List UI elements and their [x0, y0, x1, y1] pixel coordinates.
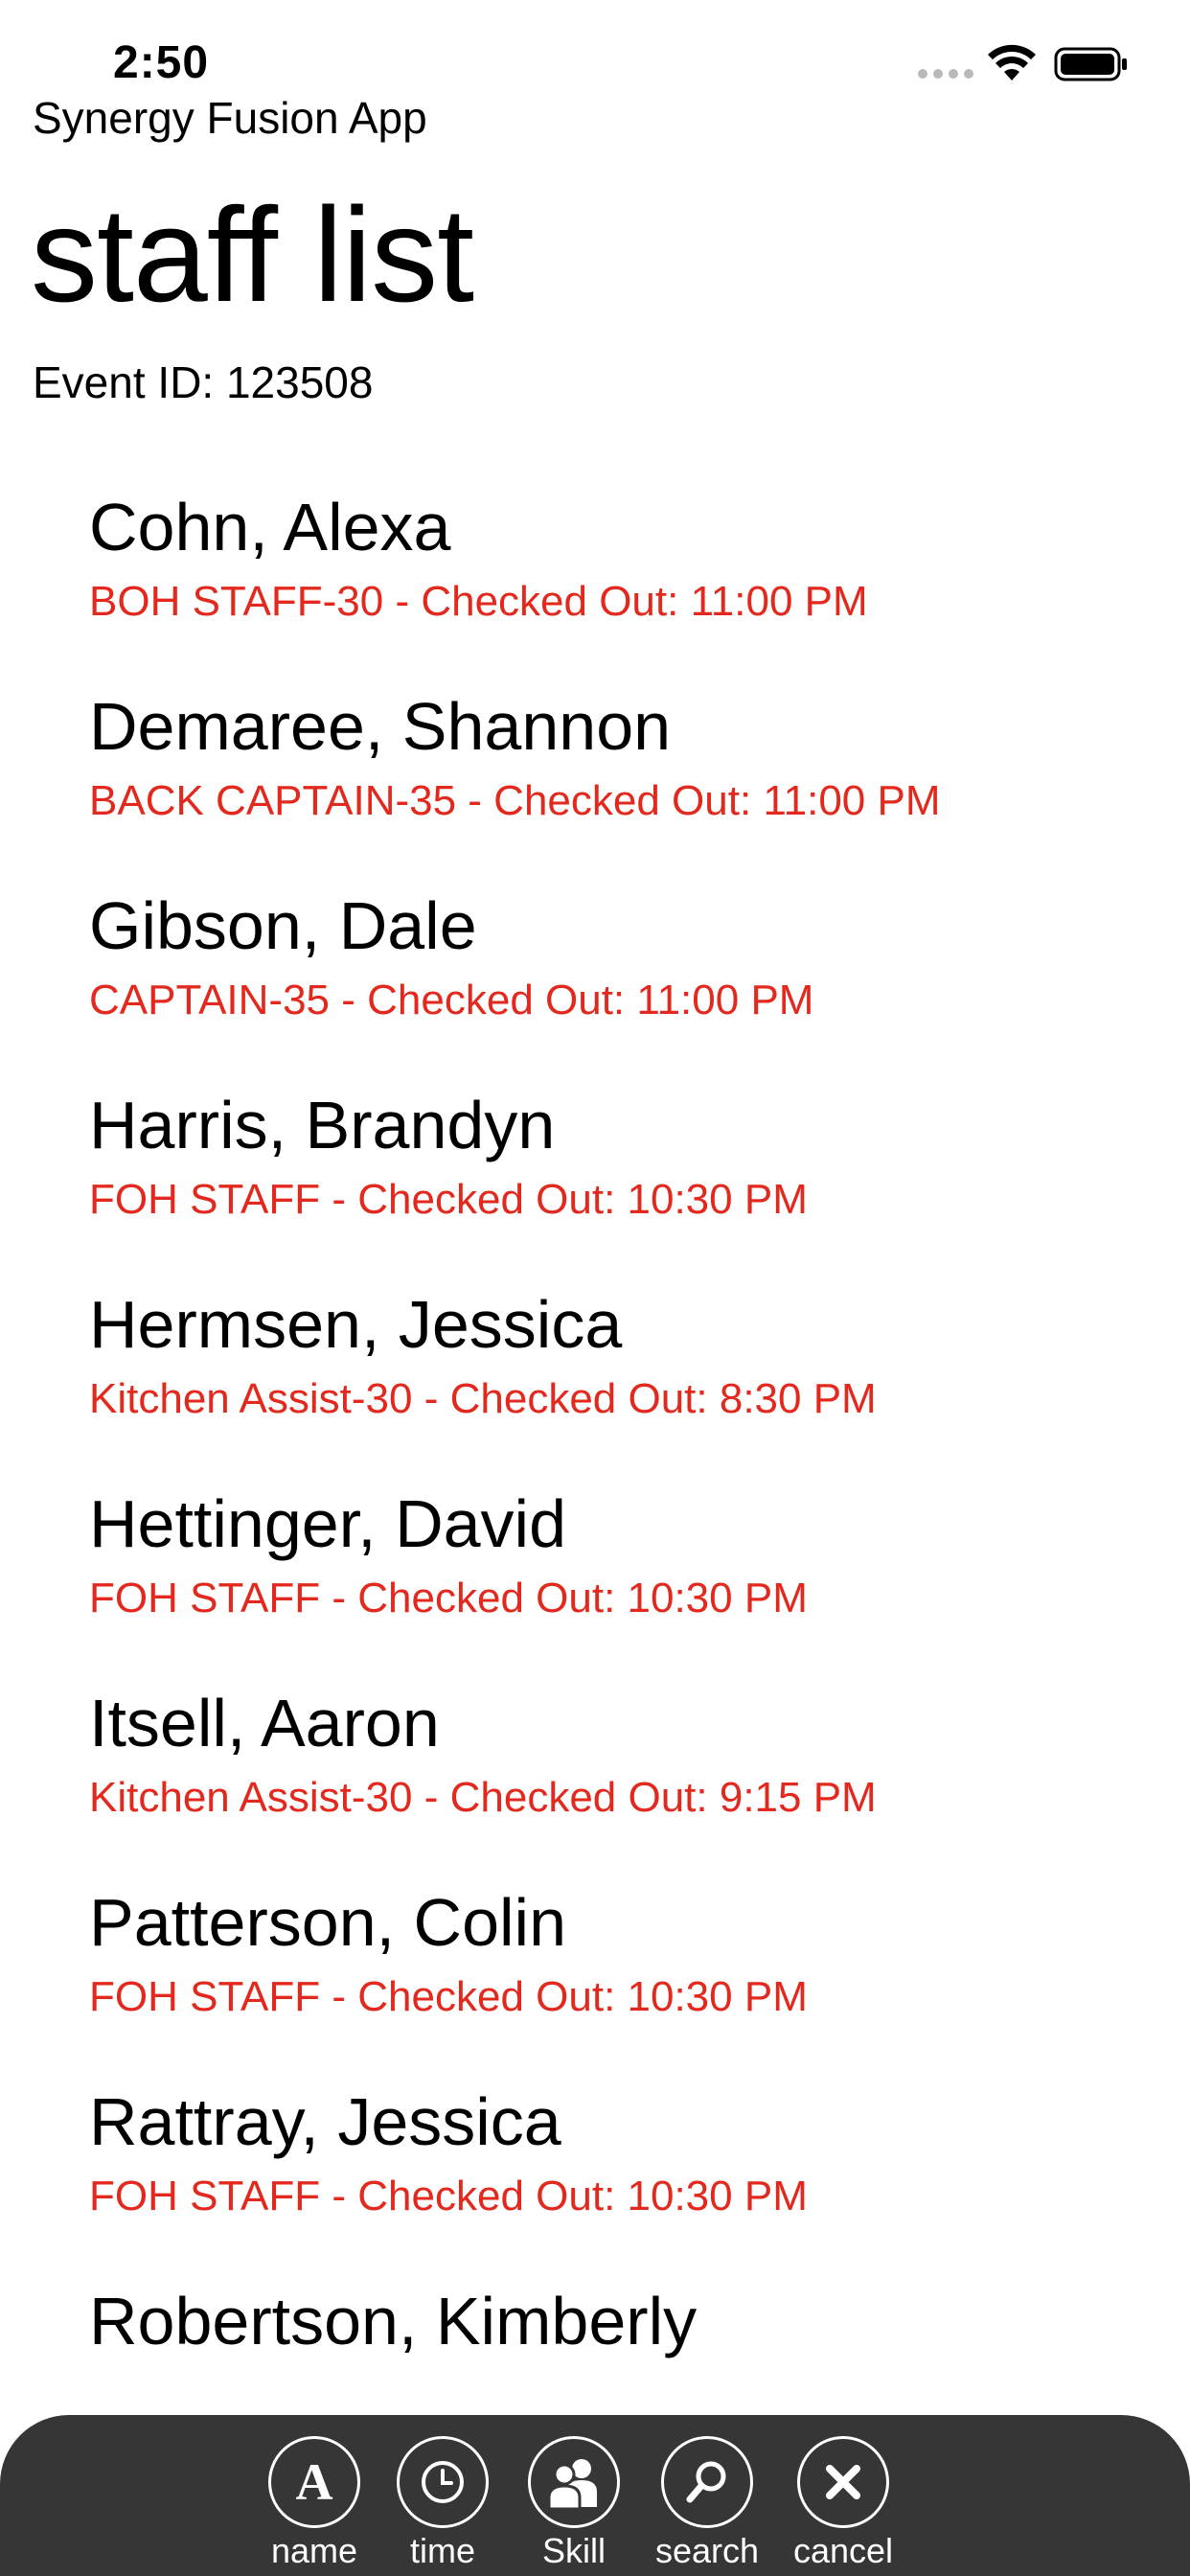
tool-label: name — [270, 2531, 358, 2570]
staff-detail: FOH STAFF - Checked Out: 10:30 PM — [89, 1973, 808, 2020]
staff-list: Cohn, Alexa BOH STAFF-30 - Checked Out: … — [0, 479, 1190, 2472]
search-icon — [661, 2436, 753, 2528]
people-icon — [528, 2436, 620, 2528]
status-time: 2:50 — [113, 37, 210, 88]
cancel-button[interactable]: cancel — [771, 2436, 915, 2576]
sort-by-name-button[interactable]: A name — [242, 2436, 386, 2576]
list-item[interactable]: Rattray, Jessica FOH STAFF - Checked Out… — [0, 2074, 1190, 2273]
battery-icon — [1054, 47, 1127, 81]
staff-detail: CAPTAIN-35 - Checked Out: 11:00 PM — [89, 977, 814, 1024]
tool-label: search — [654, 2531, 760, 2570]
staff-name: Rattray, Jessica — [89, 2084, 561, 2159]
list-item[interactable]: Itsell, Aaron Kitchen Assist-30 - Checke… — [0, 1675, 1190, 1874]
status-bar: 2:50 — [0, 0, 1190, 101]
list-item[interactable]: Cohn, Alexa BOH STAFF-30 - Checked Out: … — [0, 479, 1190, 678]
wifi-icon — [988, 44, 1036, 80]
app-name: Synergy Fusion App — [33, 93, 427, 143]
staff-name: Hermsen, Jessica — [89, 1287, 623, 1362]
list-item[interactable]: Hermsen, Jessica Kitchen Assist-30 - Che… — [0, 1276, 1190, 1476]
staff-detail: Kitchen Assist-30 - Checked Out: 9:15 PM — [89, 1774, 877, 1821]
staff-name: Hettinger, David — [89, 1486, 567, 1561]
list-item[interactable]: Patterson, Colin FOH STAFF - Checked Out… — [0, 1874, 1190, 2074]
bottom-toolbar: A name time Skill search cancel — [0, 2415, 1190, 2576]
letter-a-icon: A — [268, 2436, 360, 2528]
staff-name: Demaree, Shannon — [89, 689, 672, 764]
staff-name: Robertson, Kimberly — [89, 2284, 698, 2358]
close-icon — [797, 2436, 889, 2528]
staff-name: Itsell, Aaron — [89, 1686, 440, 1760]
list-item[interactable]: Demaree, Shannon BACK CAPTAIN-35 - Check… — [0, 678, 1190, 878]
staff-name: Patterson, Colin — [89, 1885, 567, 1960]
staff-detail: FOH STAFF - Checked Out: 10:30 PM — [89, 1176, 808, 1223]
staff-name: Gibson, Dale — [89, 888, 477, 963]
staff-name: Harris, Brandyn — [89, 1088, 556, 1162]
signal-icon — [918, 69, 973, 79]
sort-by-time-button[interactable]: time — [371, 2436, 515, 2576]
staff-detail: FOH STAFF - Checked Out: 10:30 PM — [89, 2173, 808, 2220]
clock-icon — [397, 2436, 489, 2528]
list-item[interactable]: Hettinger, David FOH STAFF - Checked Out… — [0, 1476, 1190, 1675]
staff-detail: BACK CAPTAIN-35 - Checked Out: 11:00 PM — [89, 777, 941, 824]
search-button[interactable]: search — [635, 2436, 779, 2576]
list-item[interactable]: Harris, Brandyn FOH STAFF - Checked Out:… — [0, 1077, 1190, 1276]
sort-by-skill-button[interactable]: Skill — [502, 2436, 646, 2576]
tool-label: cancel — [792, 2531, 894, 2570]
list-item[interactable]: Gibson, Dale CAPTAIN-35 - Checked Out: 1… — [0, 878, 1190, 1077]
page-title: staff list — [31, 179, 474, 330]
staff-detail: Kitchen Assist-30 - Checked Out: 8:30 PM — [89, 1375, 877, 1422]
staff-name: Cohn, Alexa — [89, 490, 451, 564]
svg-text:A: A — [296, 2453, 333, 2511]
tool-label: time — [409, 2531, 475, 2570]
tool-label: Skill — [541, 2531, 606, 2570]
staff-detail: BOH STAFF-30 - Checked Out: 11:00 PM — [89, 578, 868, 625]
staff-detail: FOH STAFF - Checked Out: 10:30 PM — [89, 1575, 808, 1622]
event-id-label: Event ID: 123508 — [33, 357, 374, 407]
